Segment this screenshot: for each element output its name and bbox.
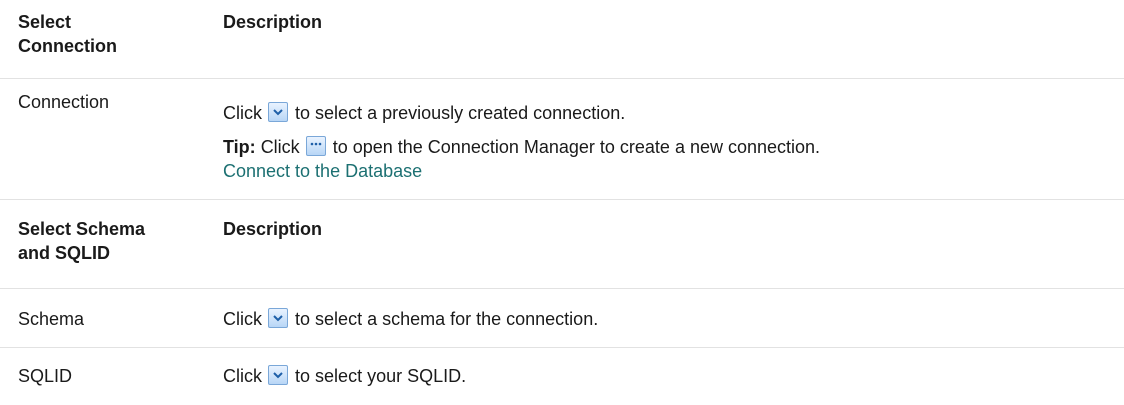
click-prefix: Click <box>223 309 262 329</box>
table-header-row: Select Connection Description <box>0 0 1124 79</box>
row-description: Click to select your SQLID. <box>223 348 1124 405</box>
tip-description: to open the Connection Manager to create… <box>332 137 821 157</box>
table-header-row: Select Schema and SQLID Description <box>0 200 1124 289</box>
connection-table: Select Connection Description Connection… <box>0 0 1124 200</box>
row-label-connection: Connection <box>18 92 110 112</box>
row-label-sqlid: SQLID <box>18 366 73 386</box>
row-label-schema: Schema <box>18 309 85 329</box>
chevron-down-icon[interactable] <box>268 102 289 122</box>
table-row: SQLID Click to select your SQLID. <box>0 348 1124 405</box>
connect-to-database-link[interactable]: Connect to the Database <box>223 159 1124 183</box>
click-line: Click to select a previously created con… <box>223 101 1124 125</box>
header-select-schema: Select Schema and SQLID <box>0 200 223 288</box>
row-description: Click to select a previously created con… <box>223 79 1124 199</box>
chevron-down-icon[interactable] <box>268 365 289 385</box>
schema-table: Select Schema and SQLID Description Sche… <box>0 200 1124 405</box>
header-select-connection: Select Connection <box>0 0 223 78</box>
header-description: Description <box>223 12 323 32</box>
tip-label: Tip: <box>223 137 256 157</box>
click-prefix: Click <box>223 103 262 123</box>
table-row: Schema Click to select a schema for the … <box>0 289 1124 348</box>
tip-line: Tip: Click to open the Connection Manage… <box>223 135 1124 159</box>
row-description: Click to select a schema for the connect… <box>223 289 1124 347</box>
header-label-line1: Select <box>18 12 72 32</box>
click-description: to select a schema for the connection. <box>295 309 599 329</box>
tip-click-prefix: Click <box>260 137 300 157</box>
header-description: Description <box>223 219 323 239</box>
ellipsis-icon[interactable] <box>305 136 326 156</box>
header-label-line2: and SQLID <box>18 243 111 263</box>
header-label-line1: Select Schema <box>18 219 146 239</box>
click-description: to select a previously created connectio… <box>295 103 626 123</box>
header-label-line2: Connection <box>18 36 117 56</box>
click-prefix: Click <box>223 366 262 386</box>
click-description: to select your SQLID. <box>295 366 467 386</box>
chevron-down-icon[interactable] <box>268 308 289 328</box>
table-row: Connection Click to select a previously … <box>0 79 1124 200</box>
